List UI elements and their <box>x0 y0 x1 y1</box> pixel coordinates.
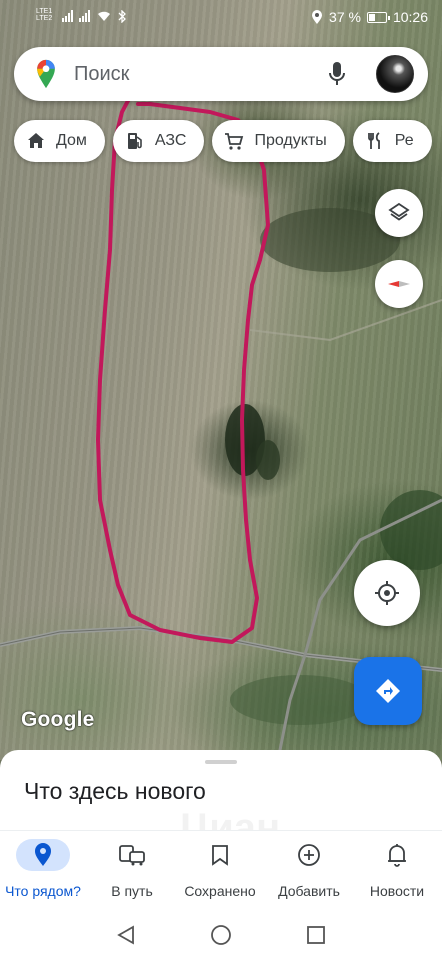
google-maps-pin-icon <box>37 59 55 89</box>
bottom-sheet[interactable]: Что здесь нового Циан <box>0 750 442 850</box>
signal-icon <box>79 10 90 22</box>
tree-cluster <box>256 440 280 480</box>
nav-saved[interactable]: Сохранено <box>175 839 265 899</box>
nav-label: В путь <box>111 883 153 899</box>
location-pin-icon <box>16 839 70 871</box>
satellite-map[interactable] <box>0 0 442 760</box>
nav-label: Что рядом? <box>5 883 81 899</box>
microphone-icon[interactable] <box>328 61 346 87</box>
chip-restaurants[interactable]: Ре <box>352 120 432 162</box>
location-icon <box>312 9 323 24</box>
back-button[interactable] <box>115 924 137 951</box>
chip-gas-station[interactable]: АЗС <box>112 120 205 162</box>
nav-go[interactable]: В путь <box>87 839 177 899</box>
category-chips: Дом АЗС Продукты Ре <box>14 120 432 162</box>
nav-label: Сохранено <box>184 883 256 899</box>
sheet-title: Что здесь нового <box>24 778 206 804</box>
wifi-icon <box>98 11 110 21</box>
nav-updates[interactable]: Новости <box>352 839 442 899</box>
cart-icon <box>225 133 244 150</box>
restaurant-icon <box>367 132 380 149</box>
chip-label: Ре <box>394 132 414 149</box>
nav-explore[interactable]: Что рядом? <box>0 839 88 899</box>
compass-button[interactable] <box>375 260 423 308</box>
recents-square-icon <box>307 926 325 944</box>
bell-icon <box>370 839 424 871</box>
account-avatar[interactable] <box>376 55 414 93</box>
add-circle-icon <box>282 839 336 871</box>
chip-label: АЗС <box>154 132 187 149</box>
crosshair-icon <box>375 581 399 605</box>
google-attribution: Google <box>21 708 95 731</box>
home-button[interactable] <box>210 924 232 951</box>
recents-button[interactable] <box>305 924 327 951</box>
chip-label: Продукты <box>254 132 327 149</box>
chip-home[interactable]: Дом <box>14 120 105 162</box>
bookmark-icon <box>193 839 247 871</box>
hand-drawn-outline <box>96 93 270 644</box>
clock: 10:26 <box>392 9 428 25</box>
home-icon <box>28 133 44 148</box>
gas-station-icon <box>127 133 142 149</box>
bottom-navigation: Что рядом? В путь Сохранено Добавить Нов… <box>0 830 442 912</box>
layers-button[interactable] <box>375 189 423 237</box>
nav-label: Новости <box>369 883 425 899</box>
search-input[interactable] <box>74 62 294 86</box>
status-bar: LTE1 LTE2 37 % 10:26 <box>0 0 442 34</box>
nav-label: Добавить <box>278 883 340 899</box>
chip-groceries[interactable]: Продукты <box>212 120 345 162</box>
battery-icon <box>366 11 390 23</box>
dirt-track <box>249 299 442 342</box>
signal-icon <box>62 10 73 22</box>
drag-handle[interactable] <box>205 760 237 764</box>
sim2-label: LTE2 <box>36 15 53 22</box>
search-bar[interactable] <box>14 47 428 101</box>
status-right: 37 % 10:26 <box>311 9 428 25</box>
map-overlay <box>0 93 442 760</box>
compass-icon <box>388 281 410 287</box>
directions-icon <box>376 679 400 703</box>
nav-contribute[interactable]: Добавить <box>264 839 354 899</box>
system-navigation-bar <box>0 912 442 960</box>
forest-area <box>380 490 442 570</box>
layers-icon <box>388 202 410 221</box>
sim1-label: LTE1 <box>36 8 53 15</box>
status-left: LTE1 LTE2 <box>36 8 126 24</box>
back-triangle-icon <box>117 925 134 945</box>
commute-icon <box>105 839 159 871</box>
home-circle-icon <box>211 925 231 945</box>
my-location-button[interactable] <box>354 560 420 626</box>
directions-button[interactable] <box>354 657 422 725</box>
battery-percent: 37 % <box>329 9 361 25</box>
bluetooth-icon <box>118 9 126 23</box>
chip-label: Дом <box>56 132 87 149</box>
forest-area <box>230 675 370 725</box>
sim-indicator: LTE1 LTE2 <box>36 8 56 24</box>
